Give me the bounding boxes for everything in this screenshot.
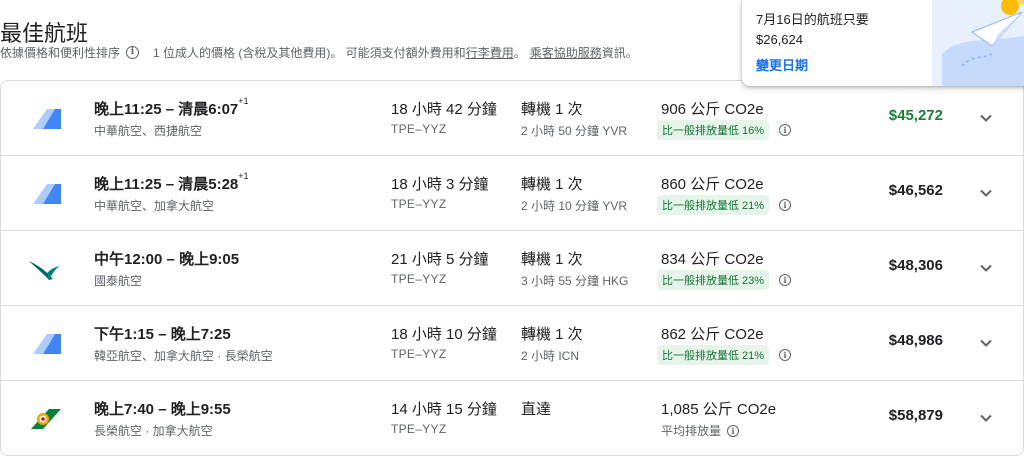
- eva-air-logo-icon: [31, 409, 61, 429]
- airline-names: 韓亞航空、加拿大航空 · 長榮航空: [94, 349, 273, 363]
- chevron-down-icon[interactable]: [977, 334, 995, 352]
- flight-times: 晚上11:25 – 清晨6:07+1: [94, 96, 249, 118]
- day-offset: +1: [238, 171, 249, 181]
- flight-duration: 18 小時 3 分鐘: [391, 176, 489, 193]
- emissions-value: 906 公斤 CO2e: [661, 101, 764, 118]
- emissions-value: 834 公斤 CO2e: [661, 251, 764, 268]
- paper-plane-illustration-icon: [932, 0, 1024, 86]
- stops-count: 轉機 1 次: [521, 101, 583, 118]
- info-icon[interactable]: i: [779, 199, 792, 211]
- airline-names: 中華航空、西捷航空: [94, 124, 203, 138]
- flight-price: $48,986: [888, 332, 943, 349]
- flight-duration: 18 小時 10 分鐘: [391, 326, 497, 343]
- info-icon[interactable]: i: [779, 274, 792, 286]
- flight-route: TPE–YYZ: [391, 422, 447, 436]
- popup-price: $26,624: [756, 32, 803, 47]
- passenger-assistance-link[interactable]: 乘客協助服務: [530, 44, 602, 61]
- chevron-down-icon[interactable]: [977, 109, 995, 127]
- airline-names: 中華航空、加拿大航空: [94, 199, 215, 213]
- layover-info: 2 小時 50 分鐘 YVR: [521, 124, 628, 138]
- emissions-badge-wrap: 比一般排放量低 16% i: [657, 120, 792, 140]
- emissions-badge: 比一般排放量低 23%: [657, 270, 770, 290]
- assistance-suffix: 資訊。: [601, 46, 638, 60]
- flight-route: TPE–YYZ: [391, 122, 447, 136]
- emissions-badge: 比一般排放量低 16%: [657, 120, 770, 140]
- info-icon[interactable]: i: [779, 124, 792, 136]
- sort-description: 依據價格和便利性排序 i 1 位成人的價格 (含稅及其他費用)。 可能須支付額外…: [0, 44, 638, 61]
- flight-price: $45,272: [888, 107, 943, 124]
- chevron-down-icon[interactable]: [977, 184, 995, 202]
- baggage-fees-link[interactable]: 行李費用: [466, 44, 514, 61]
- emissions-badge-wrap: 比一般排放量低 21% i: [657, 195, 792, 215]
- cheaper-date-popup: 7月16日的航班只要 $26,624 變更日期: [742, 0, 1024, 86]
- sort-note: 依據價格和便利性排序: [0, 46, 121, 60]
- flight-duration: 21 小時 5 分鐘: [391, 251, 489, 268]
- popup-line-1: 7月16日的航班只要: [756, 12, 869, 27]
- flight-list: 晚上11:25 – 清晨6:07+1 中華航空、西捷航空 18 小時 42 分鐘…: [0, 80, 1024, 456]
- emissions-badge-wrap: 比一般排放量低 23% i: [657, 270, 792, 290]
- cathay-pacific-logo-icon: [29, 261, 59, 280]
- emissions-badge: 比一般排放量低 21%: [657, 195, 770, 215]
- flight-price: $46,562: [888, 182, 943, 199]
- airline-names: 長榮航空 · 加拿大航空: [94, 424, 213, 438]
- info-icon[interactable]: i: [779, 349, 792, 361]
- flight-row[interactable]: 中午12:00 – 晚上9:05 國泰航空 21 小時 5 分鐘 TPE–YYZ…: [1, 231, 1023, 306]
- price-note: 1 位成人的價格 (含稅及其他費用)。 可能須支付額外費用和: [153, 46, 466, 60]
- chevron-down-icon[interactable]: [977, 409, 995, 427]
- flight-route: TPE–YYZ: [391, 272, 447, 286]
- flight-price: $48,306: [888, 257, 943, 274]
- emissions-note-wrap: 平均排放量 i: [661, 422, 740, 439]
- flight-duration: 18 小時 42 分鐘: [391, 101, 497, 118]
- info-icon[interactable]: i: [126, 46, 140, 59]
- multi-airline-logo-icon: [33, 109, 61, 129]
- flight-times: 中午12:00 – 晚上9:05: [94, 251, 240, 268]
- flight-route: TPE–YYZ: [391, 197, 447, 211]
- flight-times: 晚上11:25 – 清晨5:28+1: [94, 171, 249, 193]
- flight-times: 下午1:15 – 晚上7:25: [94, 326, 231, 343]
- layover-info: 3 小時 55 分鐘 HKG: [521, 274, 629, 288]
- flight-duration: 14 小時 15 分鐘: [391, 401, 497, 418]
- info-icon[interactable]: i: [727, 424, 740, 437]
- popup-message: 7月16日的航班只要 $26,624: [756, 10, 869, 50]
- stops-count: 轉機 1 次: [521, 251, 583, 268]
- chevron-down-icon[interactable]: [977, 259, 995, 277]
- stops-count: 直達: [521, 401, 552, 418]
- emissions-value: 862 公斤 CO2e: [661, 326, 764, 343]
- flight-times: 晚上7:40 – 晚上9:55: [94, 401, 231, 418]
- flight-row[interactable]: 下午1:15 – 晚上7:25 韓亞航空、加拿大航空 · 長榮航空 18 小時 …: [1, 306, 1023, 381]
- flight-row[interactable]: 晚上11:25 – 清晨6:07+1 中華航空、西捷航空 18 小時 42 分鐘…: [1, 81, 1023, 156]
- flight-price: $58,879: [888, 407, 943, 424]
- stops-count: 轉機 1 次: [521, 326, 583, 343]
- airline-names: 國泰航空: [94, 274, 143, 288]
- period-text: 。: [513, 46, 526, 60]
- stops-count: 轉機 1 次: [521, 176, 583, 193]
- day-offset: +1: [238, 96, 249, 106]
- flight-row[interactable]: 晚上11:25 – 清晨5:28+1 中華航空、加拿大航空 18 小時 3 分鐘…: [1, 156, 1023, 231]
- layover-info: 2 小時 ICN: [521, 349, 580, 363]
- emissions-note: 平均排放量: [661, 424, 722, 438]
- emissions-badge-wrap: 比一般排放量低 21% i: [657, 345, 792, 365]
- emissions-badge: 比一般排放量低 21%: [657, 345, 770, 365]
- emissions-value: 1,085 公斤 CO2e: [661, 401, 777, 418]
- multi-airline-logo-icon: [33, 184, 61, 204]
- change-date-link[interactable]: 變更日期: [756, 55, 808, 74]
- flight-route: TPE–YYZ: [391, 347, 447, 361]
- emissions-value: 860 公斤 CO2e: [661, 176, 764, 193]
- flight-row[interactable]: 晚上7:40 – 晚上9:55 長榮航空 · 加拿大航空 14 小時 15 分鐘…: [1, 381, 1023, 455]
- layover-info: 2 小時 10 分鐘 YVR: [521, 199, 628, 213]
- multi-airline-logo-icon: [33, 334, 61, 354]
